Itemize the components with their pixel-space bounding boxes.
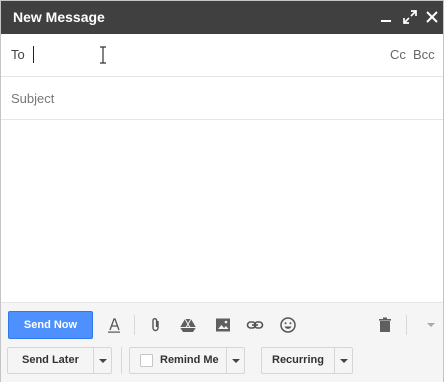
to-row[interactable]: To Cc Bcc	[1, 34, 443, 77]
cc-link[interactable]: Cc	[390, 47, 406, 62]
compose-footer: Send Now Send Later Remind Me Recurring	[1, 302, 443, 382]
formatting-icon[interactable]	[105, 316, 123, 334]
bcc-link[interactable]: Bcc	[413, 47, 435, 62]
trash-icon[interactable]	[376, 316, 394, 334]
to-label: To	[11, 47, 25, 62]
close-icon[interactable]	[422, 7, 442, 27]
minimize-icon[interactable]	[376, 7, 396, 27]
expand-icon[interactable]	[400, 7, 420, 27]
subject-input[interactable]	[11, 89, 431, 107]
send-later-label: Send Later	[22, 354, 79, 366]
more-options-icon[interactable]	[427, 323, 435, 327]
compose-titlebar[interactable]: New Message	[1, 1, 443, 34]
text-caret	[33, 46, 34, 63]
remind-me-label: Remind Me	[160, 354, 219, 366]
link-icon[interactable]	[246, 316, 264, 334]
message-body[interactable]	[1, 120, 443, 302]
send-now-button[interactable]: Send Now	[8, 311, 93, 339]
ibeam-cursor-icon	[97, 46, 109, 64]
subject-row	[1, 77, 443, 120]
toolbar-divider	[134, 315, 135, 335]
emoji-icon[interactable]	[279, 316, 297, 334]
recurring-dropdown-icon[interactable]	[334, 348, 353, 373]
action-divider	[121, 347, 122, 374]
remind-me-button[interactable]: Remind Me	[129, 347, 245, 374]
photo-icon[interactable]	[214, 316, 232, 334]
send-later-button[interactable]: Send Later	[7, 347, 112, 374]
remind-me-checkbox[interactable]	[140, 354, 153, 367]
compose-title: New Message	[13, 9, 105, 25]
send-later-dropdown-icon[interactable]	[93, 348, 112, 373]
compose-window: New Message To Cc Bcc Send Now	[0, 0, 444, 382]
attach-icon[interactable]	[147, 316, 165, 334]
remind-me-dropdown-icon[interactable]	[226, 348, 245, 373]
recurring-button[interactable]: Recurring	[261, 347, 353, 374]
toolbar-divider	[406, 315, 407, 335]
recurring-label: Recurring	[272, 354, 324, 366]
drive-icon[interactable]	[179, 316, 197, 334]
